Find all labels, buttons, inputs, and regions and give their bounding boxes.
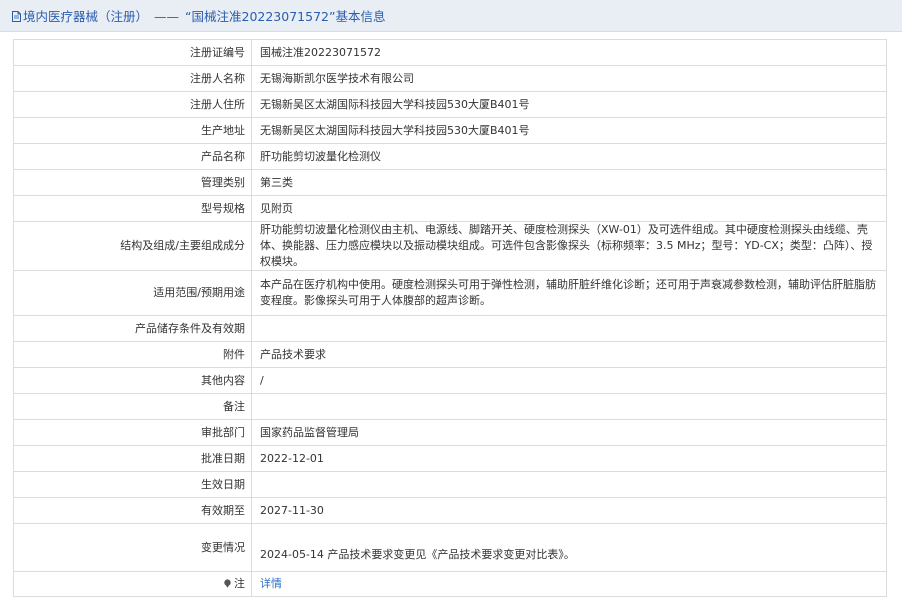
field-value: 肝功能剪切波量化检测仪由主机、电源线、脚踏开关、硬度检测探头（XW-01）及可选… bbox=[251, 221, 887, 271]
field-label: 有效期至 bbox=[13, 497, 252, 524]
field-value: 本产品在医疗机构中使用。硬度检测探头可用于弹性检测，辅助肝脏纤维化诊断；还可用于… bbox=[251, 270, 887, 316]
pin-icon bbox=[224, 579, 231, 588]
field-label: 生产地址 bbox=[13, 117, 252, 144]
field-value: 产品技术要求 bbox=[251, 341, 887, 368]
field-value bbox=[251, 471, 887, 498]
row-approval-date: 批准日期 2022-12-01 bbox=[13, 445, 887, 472]
field-label: 变更情况 bbox=[13, 523, 252, 572]
field-value: 见附页 bbox=[251, 195, 887, 222]
field-label: 附件 bbox=[13, 341, 252, 368]
header-separator: —— bbox=[154, 9, 180, 24]
note-label: 注 bbox=[234, 577, 245, 590]
row-note: 注 详情 bbox=[13, 571, 887, 597]
row-effective-date: 生效日期 bbox=[13, 471, 887, 498]
field-value: 2024-05-14 产品技术要求变更见《产品技术要求变更对比表》。 bbox=[251, 523, 887, 572]
field-value: 第三类 bbox=[251, 169, 887, 196]
row-storage-conditions: 产品储存条件及有效期 bbox=[13, 315, 887, 342]
header-title: “国械注准20223071572”基本信息 bbox=[185, 9, 386, 24]
row-production-address: 生产地址 无锡新吴区太湖国际科技园大学科技园530大厦B401号 bbox=[13, 117, 887, 144]
field-value bbox=[251, 393, 887, 420]
note-label-cell: 注 bbox=[13, 571, 252, 597]
row-registrant-address: 注册人住所 无锡新吴区太湖国际科技园大学科技园530大厦B401号 bbox=[13, 91, 887, 118]
field-label: 结构及组成/主要组成成分 bbox=[13, 221, 252, 271]
row-registration-number: 注册证编号 国械注准20223071572 bbox=[13, 39, 887, 66]
field-label: 审批部门 bbox=[13, 419, 252, 446]
details-link[interactable]: 详情 bbox=[260, 577, 282, 590]
field-value: 肝功能剪切波量化检测仪 bbox=[251, 143, 887, 170]
field-value: 国家药品监督管理局 bbox=[251, 419, 887, 446]
row-management-category: 管理类别 第三类 bbox=[13, 169, 887, 196]
row-valid-until: 有效期至 2027-11-30 bbox=[13, 497, 887, 524]
row-attachment: 附件 产品技术要求 bbox=[13, 341, 887, 368]
field-label: 其他内容 bbox=[13, 367, 252, 394]
row-other-content: 其他内容 / bbox=[13, 367, 887, 394]
row-model-spec: 型号规格 见附页 bbox=[13, 195, 887, 222]
row-registrant-name: 注册人名称 无锡海斯凯尔医学技术有限公司 bbox=[13, 65, 887, 92]
row-approval-department: 审批部门 国家药品监督管理局 bbox=[13, 419, 887, 446]
row-intended-use: 适用范围/预期用途 本产品在医疗机构中使用。硬度检测探头可用于弹性检测，辅助肝脏… bbox=[13, 270, 887, 316]
field-value: 2027-11-30 bbox=[251, 497, 887, 524]
document-icon bbox=[12, 11, 21, 22]
field-label: 产品储存条件及有效期 bbox=[13, 315, 252, 342]
field-value: 无锡新吴区太湖国际科技园大学科技园530大厦B401号 bbox=[251, 91, 887, 118]
field-value bbox=[251, 315, 887, 342]
row-product-name: 产品名称 肝功能剪切波量化检测仪 bbox=[13, 143, 887, 170]
header-category: 境内医疗器械（注册） bbox=[23, 9, 149, 24]
field-value: 无锡海斯凯尔医学技术有限公司 bbox=[251, 65, 887, 92]
field-label: 注册人住所 bbox=[13, 91, 252, 118]
field-label: 注册人名称 bbox=[13, 65, 252, 92]
field-value: 国械注准20223071572 bbox=[251, 39, 887, 66]
field-label: 备注 bbox=[13, 393, 252, 420]
field-label: 适用范围/预期用途 bbox=[13, 270, 252, 316]
page-header: 境内医疗器械（注册） —— “国械注准20223071572”基本信息 bbox=[0, 0, 902, 32]
page-title: 境内医疗器械（注册） —— “国械注准20223071572”基本信息 bbox=[23, 6, 385, 25]
field-label: 产品名称 bbox=[13, 143, 252, 170]
field-label: 型号规格 bbox=[13, 195, 252, 222]
field-label: 注册证编号 bbox=[13, 39, 252, 66]
note-value: 详情 bbox=[251, 571, 887, 597]
row-change-history: 变更情况 2024-05-14 产品技术要求变更见《产品技术要求变更对比表》。 bbox=[13, 523, 887, 572]
field-label: 管理类别 bbox=[13, 169, 252, 196]
detail-table: 注册证编号 国械注准20223071572 注册人名称 无锡海斯凯尔医学技术有限… bbox=[13, 39, 887, 597]
field-label: 生效日期 bbox=[13, 471, 252, 498]
field-value: 2022-12-01 bbox=[251, 445, 887, 472]
row-remarks: 备注 bbox=[13, 393, 887, 420]
field-label: 批准日期 bbox=[13, 445, 252, 472]
row-structure-composition: 结构及组成/主要组成成分 肝功能剪切波量化检测仪由主机、电源线、脚踏开关、硬度检… bbox=[13, 221, 887, 271]
field-value: / bbox=[251, 367, 887, 394]
field-value: 无锡新吴区太湖国际科技园大学科技园530大厦B401号 bbox=[251, 117, 887, 144]
